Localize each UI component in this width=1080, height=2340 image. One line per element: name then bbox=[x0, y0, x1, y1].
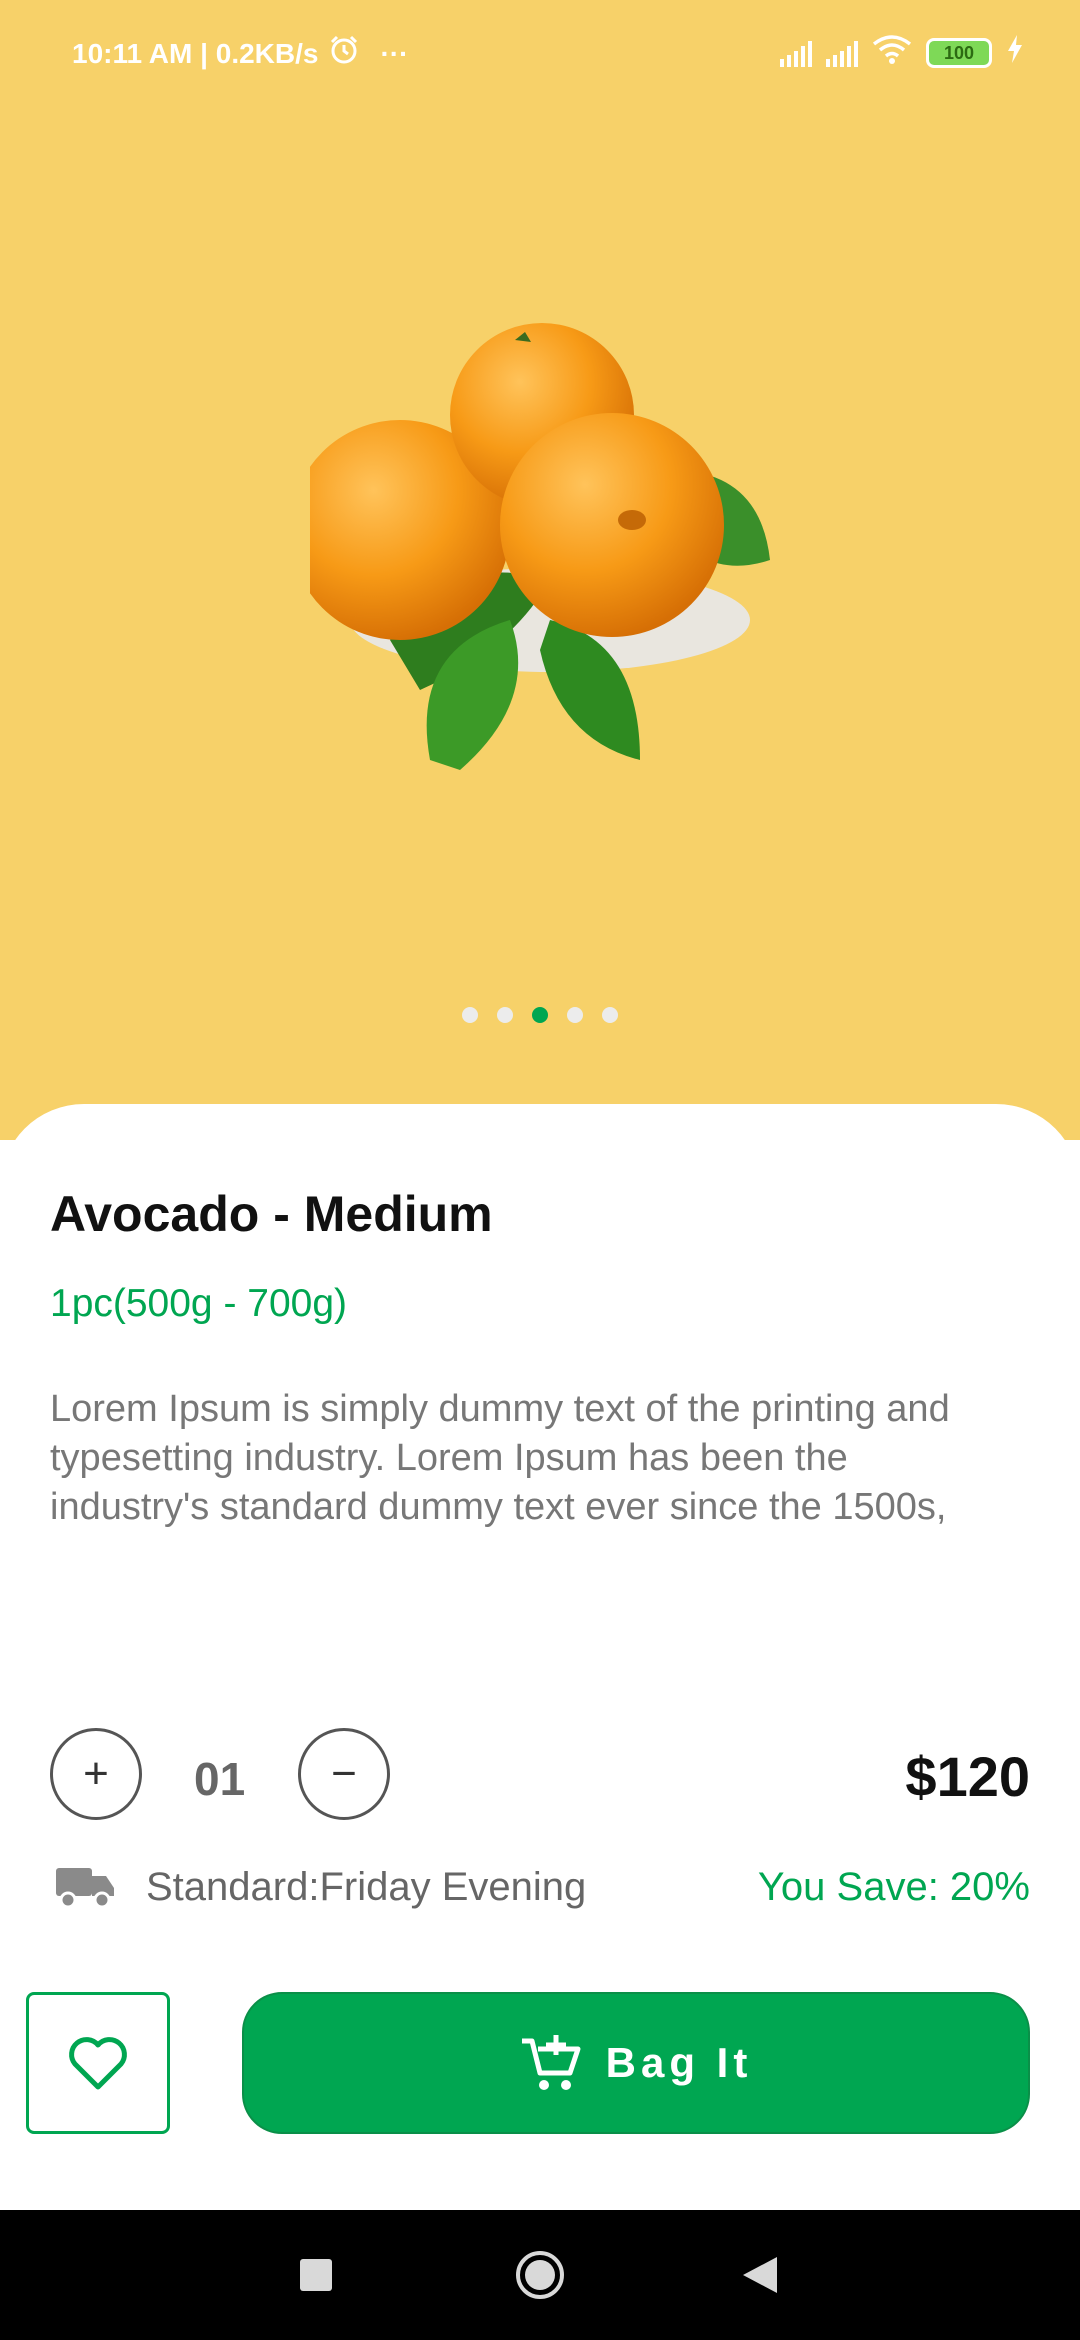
back-button[interactable] bbox=[728, 2210, 792, 2340]
home-icon bbox=[516, 2251, 564, 2299]
product-description: Lorem Ipsum is simply dummy text of the … bbox=[50, 1388, 950, 1528]
product-image bbox=[310, 323, 770, 770]
charging-icon bbox=[1006, 35, 1024, 70]
wifi-icon bbox=[872, 34, 912, 71]
product-quantity-spec: 1pc(500g - 700g) bbox=[50, 1282, 348, 1325]
status-left: 10:11 AM | 0.2KB/s ··· bbox=[72, 34, 408, 73]
cart-add-icon bbox=[521, 2035, 581, 2090]
product-title: Avocado - Medium bbox=[50, 1186, 493, 1242]
bag-it-button[interactable]: Bag It bbox=[242, 1992, 1030, 2134]
carousel-dot[interactable] bbox=[462, 1007, 478, 1023]
system-navigation-bar bbox=[0, 2210, 1080, 2340]
product-hero: 10:11 AM | 0.2KB/s ··· 100 bbox=[0, 0, 1080, 1140]
quantity-value: 01 bbox=[194, 1753, 246, 1805]
wishlist-button[interactable] bbox=[26, 1992, 170, 2134]
carousel-dot[interactable] bbox=[497, 1007, 513, 1023]
home-button[interactable] bbox=[508, 2210, 572, 2340]
increase-quantity-button[interactable]: + bbox=[50, 1728, 142, 1820]
savings-label: You Save: 20% bbox=[757, 1865, 1030, 1909]
status-bar: 10:11 AM | 0.2KB/s ··· 100 bbox=[0, 0, 1080, 104]
cell-signal-icon bbox=[780, 39, 812, 67]
decrease-quantity-button[interactable]: − bbox=[298, 1728, 390, 1820]
delivery-info: Standard:Friday Evening bbox=[146, 1865, 587, 1909]
truck-icon bbox=[56, 1868, 114, 1909]
recents-button[interactable] bbox=[284, 2210, 348, 2340]
cell-signal-icon bbox=[826, 39, 858, 67]
status-time: 10:11 AM | 0.2KB/s bbox=[72, 37, 319, 69]
alarm-icon bbox=[328, 34, 360, 73]
more-status-icon: ··· bbox=[380, 37, 409, 69]
product-price: $120 bbox=[905, 1745, 1030, 1808]
battery-icon: 100 bbox=[926, 37, 992, 68]
status-right: 100 bbox=[780, 34, 1024, 71]
bag-it-label: Bag It bbox=[605, 2039, 753, 2086]
recents-icon bbox=[300, 2259, 332, 2291]
carousel-dot[interactable] bbox=[602, 1007, 618, 1023]
carousel-dot[interactable] bbox=[567, 1007, 583, 1023]
carousel-dot-active[interactable] bbox=[532, 1007, 548, 1023]
back-icon bbox=[743, 2257, 777, 2293]
carousel-indicator bbox=[0, 1007, 1080, 1023]
heart-icon bbox=[69, 2037, 127, 2090]
